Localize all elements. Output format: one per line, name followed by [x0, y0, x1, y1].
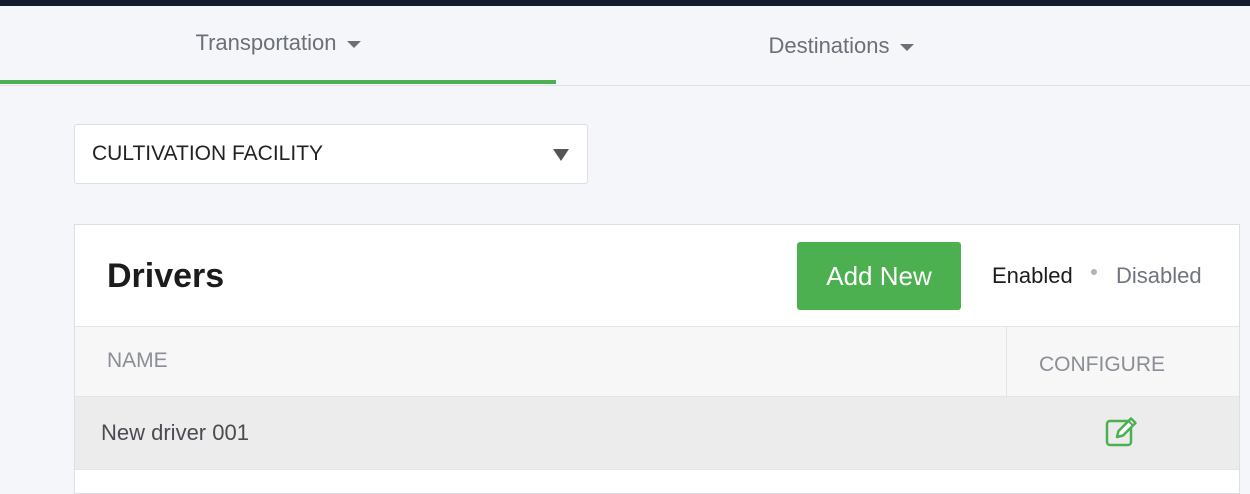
- column-header-configure: CONFIGURE: [1039, 353, 1165, 376]
- driver-name: New driver 001: [101, 420, 249, 445]
- tab-destinations[interactable]: Destinations: [556, 6, 1126, 85]
- facility-select-value: CULTIVATION FACILITY: [92, 142, 324, 165]
- caret-down-icon: [899, 43, 914, 51]
- add-new-button[interactable]: Add New: [797, 242, 961, 310]
- caret-down-icon: [553, 149, 569, 161]
- table-header: NAME CONFIGURE: [75, 326, 1239, 397]
- caret-down-icon: [346, 41, 361, 48]
- facility-select[interactable]: CULTIVATION FACILITY: [74, 124, 588, 184]
- table-row[interactable]: New driver 001: [75, 397, 1239, 470]
- drivers-title: Drivers: [107, 257, 225, 295]
- tab-transportation-label: Transportation: [195, 30, 337, 55]
- separator-dot: [1091, 269, 1097, 275]
- column-header-name[interactable]: NAME: [107, 349, 168, 373]
- tab-bar: Transportation Destinations: [0, 6, 1250, 86]
- filter-enabled[interactable]: Enabled: [992, 263, 1073, 289]
- edit-icon[interactable]: [1105, 415, 1141, 447]
- tab-destinations-label: Destinations: [768, 32, 890, 58]
- drivers-card: Drivers Add New Enabled Disabled NAME CO…: [74, 224, 1240, 494]
- column-divider: [1006, 327, 1007, 397]
- filter-disabled[interactable]: Disabled: [1116, 263, 1202, 289]
- tab-transportation[interactable]: Transportation: [0, 6, 556, 84]
